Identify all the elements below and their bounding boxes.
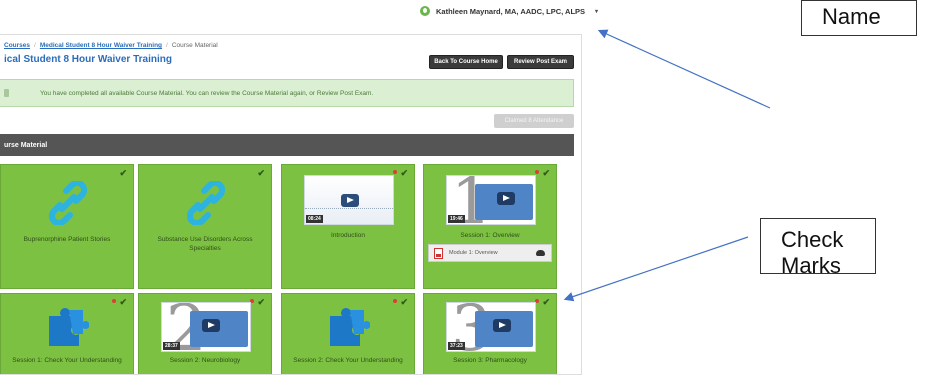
course-material-panel: Courses / Medical Student 8 Hour Waiver Tr… [0,34,582,375]
attachment-label: Module 1: Overview [449,250,498,256]
video-thumbnail[interactable]: 2 28:37 [161,302,251,352]
tile-label: Session 3: Pharmacology [453,357,527,364]
course-tile[interactable]: ✔ Substance Use Disorders Across Special… [138,164,272,289]
link-icon [48,181,88,225]
alert-icon [4,89,9,97]
play-icon [497,192,515,205]
user-name: Kathleen Maynard, MA, AADC, LPC, ALPS [436,6,586,16]
chevron-down-icon: ▾ [595,8,599,15]
back-to-course-home-button[interactable]: Back To Course Home [429,55,503,69]
completion-alert: You have completed all available Course … [0,79,574,107]
annotation-check-text-1: Check [781,227,844,252]
annotation-check-text-2: Marks [781,253,841,274]
video-tile[interactable]: ✔ 1 19:46 Session 1: Overview Module 1: … [423,164,557,289]
video-duration: 37:23 [448,342,465,350]
play-icon [493,319,511,332]
video-tile[interactable]: ✔ 2 28:37 Session 2: Neurobiology [138,293,272,374]
video-duration: 28:37 [163,342,180,350]
alert-text: You have completed all available Course … [40,89,374,97]
check-mark-icon: ✔ [542,168,550,178]
course-tile[interactable]: ✔ Buprenorphine Patient Stories [0,164,134,289]
quiz-tile[interactable]: ✔ Session 2: Check Your Understanding [281,293,415,374]
screenshot: Kathleen Maynard, MA, AADC, LPC, ALPS ▾ … [0,0,935,375]
tile-label: Session 1: Overview [460,232,520,239]
user-menu[interactable]: Kathleen Maynard, MA, AADC, LPC, ALPS ▾ [420,6,598,16]
check-arrow [563,236,749,302]
breadcrumb-separator: / [166,42,168,49]
check-mark-icon: ✔ [257,168,265,178]
breadcrumb-separator: / [34,42,36,49]
breadcrumb-course-link[interactable]: Medical Student 8 Hour Waiver Training [40,42,162,49]
status-dot [535,170,539,174]
tile-label: Session 2: Neurobiology [169,357,241,364]
check-mark-icon: ✔ [542,297,550,307]
check-mark-icon: ✔ [119,297,127,307]
play-icon [341,194,359,207]
video-duration: 08:24 [306,215,323,223]
video-thumbnail[interactable]: 1 19:46 [446,175,536,225]
link-icon [186,181,226,225]
tile-label: Introduction [331,232,365,239]
puzzle-icon [330,308,370,346]
video-thumbnail[interactable]: 08:24 [304,175,394,225]
attachment-row[interactable]: Module 1: Overview [428,244,552,262]
breadcrumb-current: Course Material [171,42,218,49]
check-mark-icon: ✔ [400,168,408,178]
check-mark-icon: ✔ [119,168,127,178]
puzzle-icon [49,308,89,346]
page-title: ical Student 8 Hour Waiver Training [4,54,172,65]
pdf-icon [434,248,443,259]
tile-label: Buprenorphine Patient Stories [23,236,111,243]
breadcrumb-courses-link[interactable]: Courses [4,42,30,49]
play-icon [202,319,220,332]
video-thumbnail[interactable]: 3 37:23 [446,302,536,352]
status-dot [393,299,397,303]
tile-label: Session 1: Check Your Understanding [12,357,122,364]
video-tile[interactable]: ✔ 08:24 Introduction [281,164,415,289]
video-tile[interactable]: ✔ 3 37:23 Session 3: Pharmacology [423,293,557,374]
status-dot [393,170,397,174]
review-post-exam-button[interactable]: Review Post Exam [507,55,574,69]
check-mark-icon: ✔ [257,297,265,307]
user-avatar-icon [420,6,430,16]
check-mark-icon: ✔ [400,297,408,307]
tile-label: Substance Use Disorders Across Specialti… [157,236,253,252]
name-arrow [597,29,771,109]
annotation-name-text: Name [822,4,881,29]
download-cloud-icon[interactable] [536,250,545,256]
quiz-tile[interactable]: ✔ Session 1: Check Your Understanding [0,293,134,374]
status-dot [112,299,116,303]
section-header: urse Material [0,134,574,156]
breadcrumb: Courses / Medical Student 8 Hour Waiver Tr… [4,42,218,49]
video-duration: 19:46 [448,215,465,223]
annotation-name-label: Name [801,0,917,36]
tile-label: Session 2: Check Your Understanding [293,357,403,364]
annotation-check-label: Check Marks [760,218,876,274]
claim-attendance-button[interactable]: Claimed 8 Attendance [494,114,574,128]
